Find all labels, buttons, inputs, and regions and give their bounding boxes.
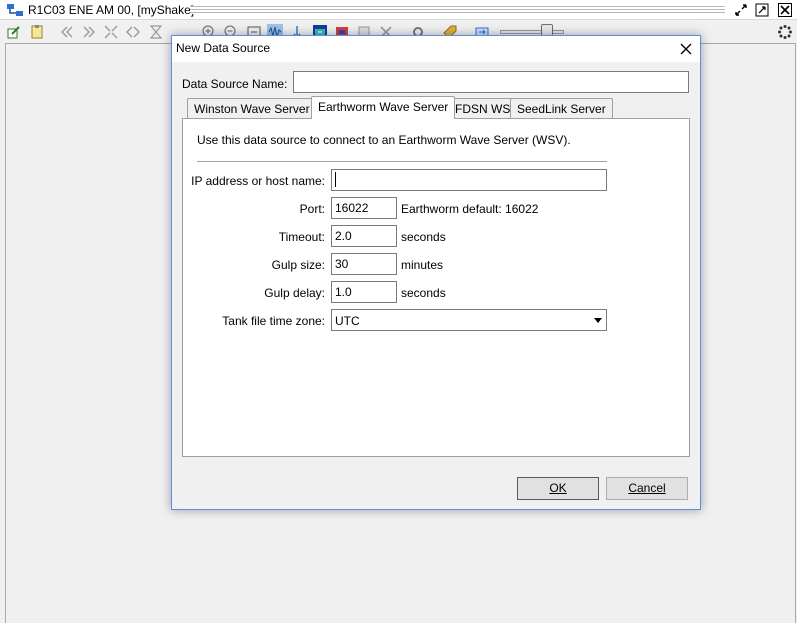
close-icon[interactable] [678, 41, 694, 57]
internal-frame-titlebar[interactable]: R1C03 ENE AM 00, [myShake] [0, 0, 797, 20]
port-default-hint: Earthworm default: 16022 [401, 202, 539, 216]
data-source-name-input[interactable] [293, 71, 689, 93]
text-caret [335, 172, 336, 187]
timeout-label: Timeout: [278, 230, 325, 244]
zoom-slider-track[interactable] [500, 30, 564, 34]
gulp-size-label: Gulp size: [271, 258, 325, 272]
timeout-input[interactable] [331, 225, 397, 247]
timeout-unit: seconds [401, 230, 446, 244]
filter-icon[interactable] [148, 24, 164, 40]
gulp-size-input[interactable] [331, 253, 397, 275]
expand-icon[interactable] [125, 24, 141, 40]
gulp-delay-input[interactable] [331, 281, 397, 303]
gulp-delay-label: Gulp delay: [264, 286, 325, 300]
ok-button[interactable]: OK [517, 477, 599, 500]
earthworm-tab-panel: Use this data source to connect to an Ea… [182, 118, 690, 457]
close-icon[interactable] [777, 2, 793, 18]
network-icon [6, 3, 24, 17]
titlebar-drag-stripe [190, 6, 725, 14]
cancel-button[interactable]: Cancel [606, 477, 688, 500]
tab-seedlink-server[interactable]: SeedLink Server [510, 98, 613, 118]
ip-address-label: IP address or host name: [191, 174, 325, 188]
new-data-source-dialog: New Data Source Data Source Name: Winsto… [171, 35, 701, 510]
dialog-titlebar[interactable]: New Data Source [172, 36, 700, 62]
tab-earthworm-wave-server[interactable]: Earthworm Wave Server [311, 96, 456, 119]
port-label: Port: [299, 202, 325, 216]
data-source-name-label: Data Source Name: [182, 77, 288, 91]
port-input[interactable] [331, 197, 397, 219]
clipboard-icon[interactable] [29, 24, 45, 40]
tab-fdsn-ws[interactable]: FDSN WS [448, 98, 518, 118]
dialog-title: New Data Source [176, 41, 271, 55]
timezone-select[interactable]: UTC [331, 309, 607, 331]
edit-icon[interactable] [6, 24, 22, 40]
timezone-value: UTC [335, 314, 360, 328]
chevron-down-icon [594, 318, 602, 323]
timezone-label: Tank file time zone: [222, 314, 325, 328]
maximize-icon[interactable] [754, 2, 770, 18]
tab-winston-wave-server[interactable]: Winston Wave Server [187, 98, 317, 118]
busy-spinner-icon [777, 24, 793, 40]
restore-icon[interactable] [733, 2, 749, 18]
gulp-size-unit: minutes [401, 258, 444, 272]
forward-icon[interactable] [81, 24, 97, 40]
ip-address-input[interactable] [331, 169, 607, 191]
gulp-delay-unit: seconds [401, 286, 446, 300]
separator [197, 161, 607, 162]
rewind-icon[interactable] [59, 24, 75, 40]
compress-icon[interactable] [103, 24, 119, 40]
panel-description: Use this data source to connect to an Ea… [197, 133, 571, 147]
window-title: R1C03 ENE AM 00, [myShake] [28, 3, 197, 17]
